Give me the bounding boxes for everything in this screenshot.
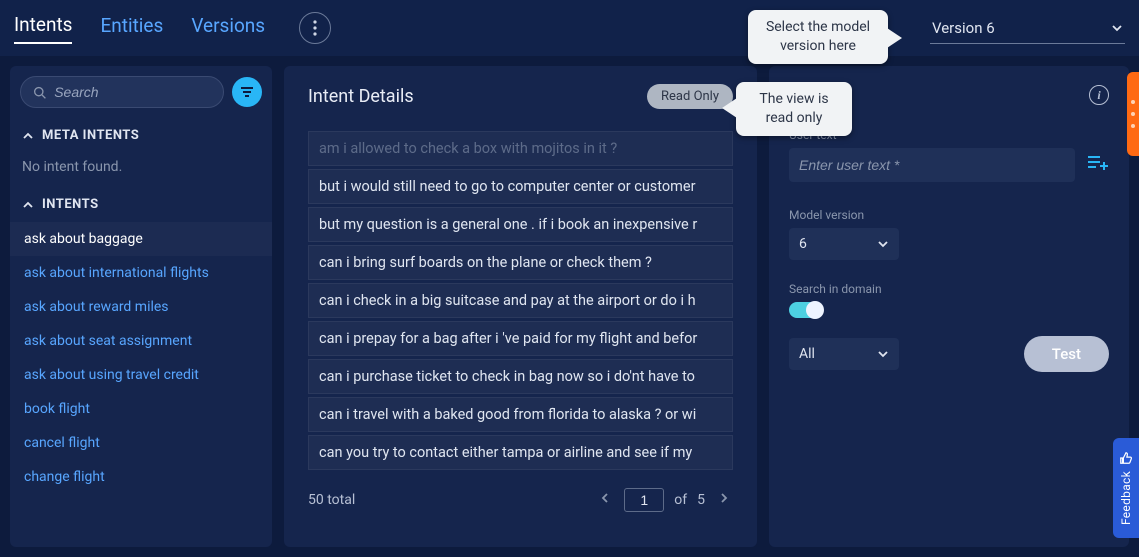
callout-select-model: Select the model version here — [748, 10, 888, 64]
domain-filter-value: All — [799, 346, 815, 362]
more-menu-button[interactable] — [299, 12, 331, 44]
list-add-icon — [1087, 154, 1109, 172]
search-input-wrapper — [20, 76, 224, 108]
utterance-row[interactable]: am i allowed to check a box with mojitos… — [308, 131, 733, 166]
feedback-label: Feedback — [1119, 471, 1133, 525]
sidebar: META INTENTS No intent found. INTENTS as… — [10, 66, 272, 547]
pager: 50 total of 5 — [308, 488, 733, 512]
utterance-row[interactable]: can i purchase ticket to check in bag no… — [308, 359, 733, 394]
section-meta-intents[interactable]: META INTENTS — [10, 118, 272, 153]
utterances-list: am i allowed to check a box with mojitos… — [308, 131, 733, 470]
chevron-up-icon — [22, 199, 34, 211]
utterance-row[interactable]: can i prepay for a bag after i 've paid … — [308, 321, 733, 356]
test-panel: i User text Model version 6 Search in do… — [769, 66, 1129, 547]
utterance-row[interactable]: can i check in a big suitcase and pay at… — [308, 283, 733, 318]
toggle-knob — [806, 301, 824, 319]
test-button[interactable]: Test — [1024, 336, 1109, 372]
pager-of-label: of — [674, 492, 687, 508]
intent-item[interactable]: cancel flight — [10, 426, 272, 460]
meta-intents-empty: No intent found. — [10, 153, 272, 187]
chevron-right-icon — [719, 492, 729, 504]
filter-icon — [240, 86, 254, 98]
utterance-row[interactable]: can i bring surf boards on the plane or … — [308, 245, 733, 280]
version-select-value: Version 6 — [932, 19, 995, 37]
intent-item[interactable]: ask about using travel credit — [10, 358, 272, 392]
section-meta-intents-label: META INTENTS — [42, 128, 139, 143]
dot-icon — [1131, 124, 1135, 128]
dot-icon — [1131, 112, 1135, 116]
intent-item[interactable]: ask about international flights — [10, 256, 272, 290]
section-intents-label: INTENTS — [42, 197, 99, 212]
main-tabs: Intents Entities Versions — [14, 12, 331, 44]
intent-item[interactable]: change flight — [10, 460, 272, 494]
chevron-up-icon — [22, 130, 34, 142]
utterance-row[interactable]: but i would still need to go to computer… — [308, 169, 733, 204]
intent-item[interactable]: ask about reward miles — [10, 290, 272, 324]
top-bar: Intents Entities Versions Version 6 — [0, 0, 1139, 56]
pager-total-pages: 5 — [697, 492, 705, 508]
search-in-domain-toggle[interactable] — [789, 302, 823, 318]
intent-item[interactable]: book flight — [10, 392, 272, 426]
intent-details-panel: Intent Details Read Only am i allowed to… — [284, 66, 757, 547]
tab-entities[interactable]: Entities — [100, 14, 163, 43]
search-input[interactable] — [54, 84, 211, 100]
callout-read-only-text: The view is read only — [759, 91, 828, 126]
read-only-badge: Read Only — [647, 84, 733, 109]
filter-button[interactable] — [232, 77, 262, 107]
add-utterance-button[interactable] — [1087, 154, 1109, 176]
feedback-tab[interactable]: Feedback — [1113, 438, 1139, 538]
version-select[interactable]: Version 6 — [930, 13, 1125, 44]
model-version-select[interactable]: 6 — [789, 228, 899, 260]
section-intents[interactable]: INTENTS — [10, 187, 272, 222]
model-version-label: Model version — [789, 208, 1109, 222]
utterance-row[interactable]: can i travel with a baked good from flor… — [308, 397, 733, 432]
callout-read-only: The view is read only — [736, 82, 852, 136]
intent-item[interactable]: ask about baggage — [10, 222, 272, 256]
pager-next[interactable] — [715, 488, 733, 512]
domain-filter-select[interactable]: All — [789, 338, 899, 370]
tab-intents[interactable]: Intents — [14, 13, 72, 44]
intent-details-title: Intent Details — [308, 86, 414, 107]
utterance-row[interactable]: can you try to contact either tampa or a… — [308, 435, 733, 470]
callout-select-model-text: Select the model version here — [766, 19, 870, 54]
user-text-input[interactable] — [789, 148, 1075, 182]
pager-total: 50 total — [308, 492, 355, 508]
side-drawer-handle[interactable] — [1127, 72, 1139, 156]
more-vertical-icon — [313, 20, 317, 36]
tab-versions[interactable]: Versions — [191, 14, 265, 43]
model-version-value: 6 — [799, 236, 807, 252]
dot-icon — [1131, 100, 1135, 104]
chevron-down-icon — [1111, 22, 1123, 34]
search-icon — [33, 85, 46, 100]
thumbs-up-icon — [1119, 451, 1133, 465]
intent-item[interactable]: ask about seat assignment — [10, 324, 272, 358]
info-button[interactable]: i — [1089, 85, 1109, 105]
chevron-down-icon — [877, 348, 889, 360]
chevron-down-icon — [877, 238, 889, 250]
chevron-left-icon — [600, 492, 610, 504]
utterance-row[interactable]: but my question is a general one . if i … — [308, 207, 733, 242]
pager-prev[interactable] — [596, 488, 614, 512]
intents-list: ask about baggageask about international… — [10, 222, 272, 494]
pager-page-input[interactable] — [624, 488, 664, 512]
search-in-domain-label: Search in domain — [789, 282, 1109, 296]
